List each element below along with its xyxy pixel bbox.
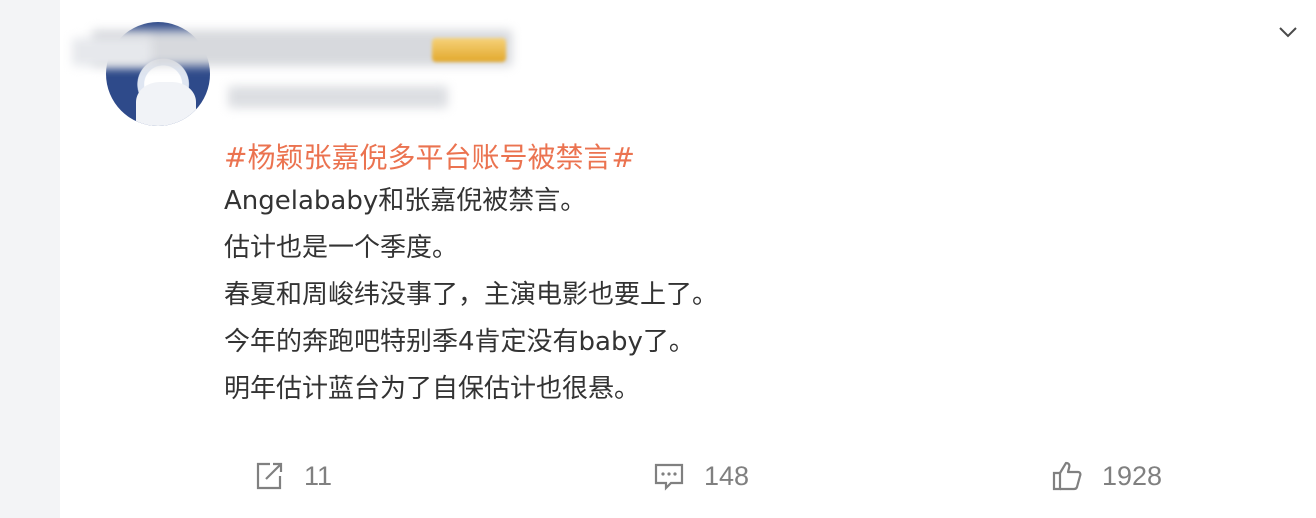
left-margin	[0, 0, 60, 518]
repost-button[interactable]: 11	[252, 456, 332, 496]
post-line-1: Angelababy和张嘉倪被禁言。	[224, 186, 587, 216]
post-line-3: 春夏和周峻纬没事了，主演电影也要上了。	[224, 280, 719, 310]
repost-count: 11	[304, 460, 333, 491]
vip-crown-badge	[432, 38, 506, 62]
comment-button[interactable]: 148	[652, 456, 749, 496]
chevron-down-icon[interactable]	[1276, 20, 1300, 44]
thumbs-up-icon	[1052, 461, 1082, 491]
post-content: #杨颖张嘉倪多平台账号被禁言# Angelababy和张嘉倪被禁言。 估计也是一…	[224, 138, 1276, 413]
post-line-5: 明年估计蓝台为了自保估计也很悬。	[224, 374, 641, 404]
post-line-4: 今年的奔跑吧特别季4肯定没有baby了。	[224, 327, 695, 357]
share-icon	[256, 462, 283, 490]
post-meta-blurred	[228, 86, 448, 108]
hashtag-link[interactable]: #杨颖张嘉倪多平台账号被禁言#	[224, 138, 635, 178]
comment-icon	[654, 463, 684, 491]
post-line-2: 估计也是一个季度。	[224, 233, 459, 263]
like-button[interactable]: 1928	[1050, 456, 1162, 496]
comment-count: 148	[704, 460, 750, 491]
username-blurred-left	[72, 38, 152, 66]
action-bar: 11 148 1928	[0, 456, 1316, 496]
like-count: 1928	[1102, 460, 1163, 491]
